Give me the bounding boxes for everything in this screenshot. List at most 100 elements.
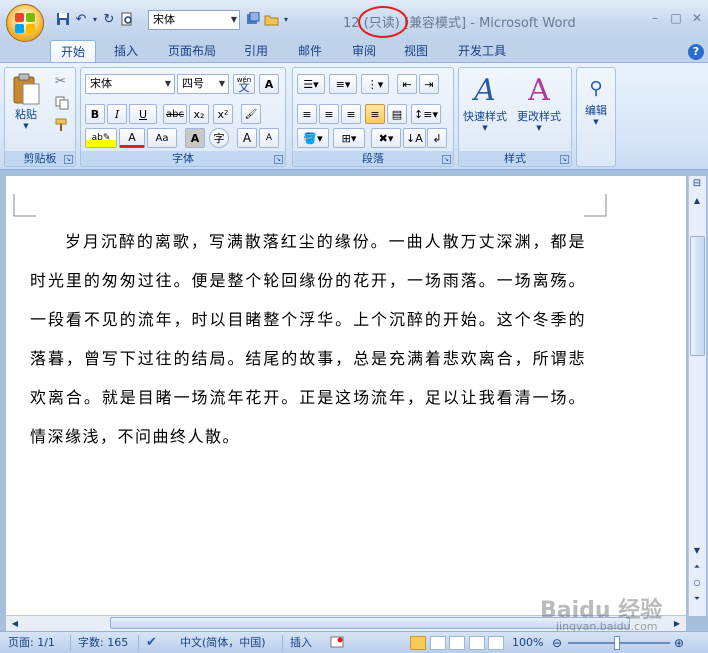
change-styles-label: 更改样式: [517, 110, 561, 123]
next-page-icon[interactable]: ⏷: [690, 594, 704, 604]
font-group: 宋体 ▼ 四号 ▼ wén 文 A B I U abc x₂ x² 🖌 ab✎ …: [80, 67, 286, 167]
save-icon[interactable]: [54, 10, 72, 28]
full-screen-reading-icon[interactable]: [429, 636, 446, 650]
minimize-button[interactable]: –: [644, 10, 666, 26]
tab-references[interactable]: 引用: [236, 40, 276, 62]
font-group-label: 字体: [81, 151, 285, 166]
qat-font-combo[interactable]: 宋体 ▼: [148, 10, 240, 30]
justify-icon[interactable]: ≡: [365, 104, 385, 124]
paste-button[interactable]: 粘贴 ▼: [11, 72, 41, 130]
italic-button[interactable]: I: [107, 104, 127, 124]
underline-button[interactable]: U: [129, 104, 157, 124]
font-name-combo[interactable]: 宋体 ▼: [85, 74, 175, 94]
insert-mode[interactable]: 插入: [290, 635, 312, 651]
customize-qat-icon[interactable]: ▾: [280, 10, 292, 28]
char-shading-button[interactable]: A: [185, 128, 205, 148]
change-case-button[interactable]: Aa: [147, 128, 177, 148]
editing-button[interactable]: ⚲ 编辑 ▼: [581, 76, 611, 126]
title-suffix: [兼容模式] - Microsoft Word: [403, 16, 576, 31]
char-border-button[interactable]: A: [259, 74, 279, 94]
dialog-launcher-icon[interactable]: ↘: [442, 155, 451, 164]
tab-insert[interactable]: 插入: [106, 40, 146, 62]
scroll-up-icon[interactable]: ▲: [690, 196, 704, 205]
numbering-icon[interactable]: ≡▾: [329, 74, 357, 94]
enclose-char-button[interactable]: 字: [209, 128, 229, 148]
distributed-icon[interactable]: ▤: [387, 104, 407, 124]
format-painter-qat-icon[interactable]: [244, 10, 262, 28]
highlight-color-button[interactable]: ab✎: [85, 128, 117, 148]
clear-formatting-icon[interactable]: 🖌: [241, 104, 261, 124]
multilevel-list-icon[interactable]: ⋮▾: [361, 74, 389, 94]
preview-icon[interactable]: [118, 10, 136, 28]
chinese-layout-icon[interactable]: ✖▾: [371, 128, 401, 148]
vertical-scroll-thumb[interactable]: [690, 236, 705, 356]
proofing-check-icon[interactable]: ✔: [146, 635, 157, 651]
format-painter-icon[interactable]: [55, 118, 69, 135]
bold-button[interactable]: B: [85, 104, 105, 124]
undo-icon[interactable]: ↶: [72, 10, 90, 28]
word-count[interactable]: 字数: 165: [78, 635, 128, 651]
change-styles-button[interactable]: A 更改样式 ▼: [517, 74, 561, 133]
document-paragraph[interactable]: 岁月沉醉的离歌，写满散落红尘的缘份。一曲人散万丈深渊，都是时光里的匆匆过往。便是…: [30, 222, 586, 456]
paragraph-group-label: 段落: [293, 151, 453, 166]
superscript-button[interactable]: x²: [213, 104, 233, 124]
help-icon[interactable]: ?: [688, 44, 704, 60]
cut-icon[interactable]: ✂: [55, 74, 66, 89]
dialog-launcher-icon[interactable]: ↘: [560, 155, 569, 164]
scroll-down-icon[interactable]: ▼: [690, 546, 704, 555]
dialog-launcher-icon[interactable]: ↘: [274, 155, 283, 164]
qat-extra: ▾: [244, 9, 292, 29]
close-button[interactable]: ✕: [686, 10, 708, 26]
grow-font-button[interactable]: A: [237, 128, 257, 148]
office-button[interactable]: [6, 4, 44, 42]
language-status[interactable]: 中文(简体，中国): [180, 635, 266, 651]
line-spacing-icon[interactable]: ↕≡▾: [411, 104, 441, 124]
decrease-indent-icon[interactable]: ⇤: [397, 74, 417, 94]
zoom-slider-thumb[interactable]: [614, 636, 620, 650]
increase-indent-icon[interactable]: ⇥: [419, 74, 439, 94]
tab-review[interactable]: 审阅: [344, 40, 384, 62]
undo-dropdown-icon[interactable]: ▾: [90, 10, 100, 28]
zoom-out-icon[interactable]: ⊖: [552, 635, 562, 651]
bullets-icon[interactable]: ☰▾: [297, 74, 325, 94]
borders-icon[interactable]: ⊞▾: [333, 128, 365, 148]
align-right-icon[interactable]: ≡: [341, 104, 361, 124]
ruler-toggle-icon[interactable]: ⊟: [690, 178, 704, 189]
previous-page-icon[interactable]: ⏶: [690, 562, 704, 572]
open-folder-icon[interactable]: [262, 10, 280, 28]
scroll-left-icon[interactable]: ◀: [8, 619, 22, 628]
font-color-button[interactable]: A: [119, 128, 145, 148]
copy-icon[interactable]: [55, 96, 69, 113]
shrink-font-button[interactable]: A: [259, 128, 279, 148]
browse-object-icon[interactable]: ○: [690, 578, 704, 587]
scroll-right-icon[interactable]: ▶: [670, 619, 684, 628]
outline-icon[interactable]: [468, 636, 485, 650]
tab-page-layout[interactable]: 页面布局: [160, 40, 224, 62]
tab-mailings[interactable]: 邮件: [290, 40, 330, 62]
read-only-highlight-circle: [358, 6, 408, 38]
shading-icon[interactable]: 🪣▾: [297, 128, 329, 148]
draft-icon[interactable]: [488, 636, 504, 650]
zoom-level[interactable]: 100%: [512, 635, 543, 651]
page-count[interactable]: 页面: 1/1: [8, 635, 55, 651]
align-left-icon[interactable]: ≡: [297, 104, 317, 124]
redo-icon[interactable]: ↻: [100, 10, 118, 28]
maximize-button[interactable]: □: [665, 10, 687, 26]
tab-developer[interactable]: 开发工具: [450, 40, 514, 62]
font-size-combo[interactable]: 四号 ▼: [177, 74, 229, 94]
highlighter-icon: ab✎: [91, 133, 111, 143]
quick-styles-button[interactable]: A 快速样式 ▼: [463, 74, 507, 133]
macro-record-icon[interactable]: [330, 635, 344, 651]
tab-home[interactable]: 开始: [50, 40, 96, 62]
align-center-icon[interactable]: ≡: [319, 104, 339, 124]
tab-view[interactable]: 视图: [396, 40, 436, 62]
zoom-in-icon[interactable]: ⊕: [674, 635, 684, 651]
sort-icon[interactable]: ↓A: [403, 128, 426, 148]
dialog-launcher-icon[interactable]: ↘: [64, 155, 73, 164]
web-layout-icon[interactable]: [449, 636, 465, 650]
subscript-button[interactable]: x₂: [189, 104, 209, 124]
strikethrough-button[interactable]: abc: [163, 104, 187, 124]
print-layout-icon[interactable]: [410, 636, 426, 650]
show-marks-icon[interactable]: ↲: [427, 128, 447, 148]
phonetic-guide-button[interactable]: wén 文: [233, 74, 255, 94]
